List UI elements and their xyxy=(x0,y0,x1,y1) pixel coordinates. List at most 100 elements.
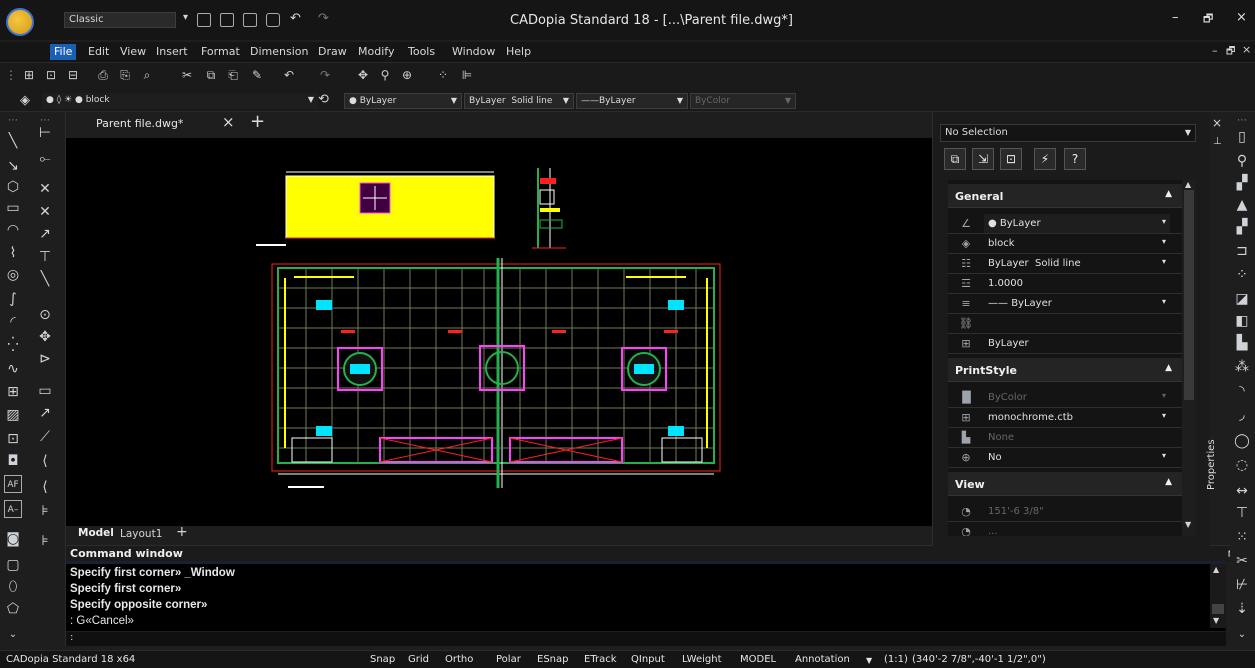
status-qinput[interactable]: QInput xyxy=(631,654,665,665)
text-icon[interactable]: AF xyxy=(4,475,22,493)
status-polar[interactable]: Polar xyxy=(496,654,521,665)
tools-icon[interactable]: ⇣ xyxy=(1233,600,1251,618)
scale-icon[interactable]: ↗ xyxy=(36,404,54,422)
toggle-pickadd-button[interactable]: ⧉ xyxy=(944,148,966,170)
menu-tools[interactable]: Tools xyxy=(408,45,435,58)
status-scale[interactable]: (1:1) xyxy=(884,654,908,665)
properties-tab-label[interactable]: Properties xyxy=(1206,430,1230,500)
grid-right-icon[interactable]: ⁙ xyxy=(1233,528,1251,546)
zoom-icon[interactable]: ⚲ xyxy=(1233,152,1251,170)
erase-icon[interactable]: ✕ xyxy=(36,180,54,198)
zoom-window-icon[interactable]: ⊕ xyxy=(400,68,414,82)
menu-dimension[interactable]: Dimension xyxy=(250,45,308,58)
properties-scroll-thumb[interactable] xyxy=(1184,190,1194,400)
new-tab-icon[interactable]: + xyxy=(250,111,265,132)
mtext-icon[interactable]: A– xyxy=(4,500,22,518)
extrude-icon[interactable]: ▲ xyxy=(1233,196,1251,214)
lineweight-select[interactable]: ——ByLayer ▼ xyxy=(576,93,688,109)
polyline-icon[interactable]: ⌇ xyxy=(4,244,22,262)
row-printstyle-ribbon[interactable]: ⊕ No ▾ xyxy=(948,448,1182,468)
rounded-rectangle-icon[interactable]: ▢ xyxy=(4,556,22,574)
panel-pin-icon[interactable]: ⊥ xyxy=(1213,136,1222,147)
arc-right-icon[interactable]: ◝ xyxy=(1233,382,1251,400)
drawing-canvas[interactable] xyxy=(66,138,932,526)
print-preview-icon[interactable]: ⎘ xyxy=(118,68,132,82)
expand-right-icon[interactable]: ⌄ xyxy=(1233,626,1251,644)
menu-edit[interactable]: Edit xyxy=(88,45,109,58)
paste-icon[interactable]: ⎗ xyxy=(226,68,240,82)
new-icon[interactable]: ⊞ xyxy=(22,68,36,82)
close-button[interactable]: × xyxy=(1236,10,1247,25)
menu-file[interactable]: File xyxy=(50,44,77,60)
select-all-button[interactable]: ⇲ xyxy=(972,148,994,170)
mdi-minimize-button[interactable]: – xyxy=(1212,44,1218,57)
revcloud-icon[interactable]: ∿ xyxy=(4,360,22,378)
scroll-up-icon[interactable]: ▲ xyxy=(1213,565,1219,574)
menu-insert[interactable]: Insert xyxy=(156,45,188,58)
find-icon[interactable]: ⌕ xyxy=(140,68,154,82)
cut-right-icon[interactable]: ✂ xyxy=(1233,552,1251,570)
menu-draw[interactable]: Draw xyxy=(318,45,347,58)
dim-linear-icon[interactable]: ⊢ xyxy=(36,124,54,142)
open-icon[interactable]: ⊡ xyxy=(44,68,58,82)
app-logo-icon[interactable] xyxy=(6,8,34,36)
mirror-icon[interactable]: ⟋ xyxy=(36,428,54,446)
make-layer-current-icon[interactable]: ⟲ xyxy=(318,92,329,107)
row-printstyle-table[interactable]: ⊞ monochrome.ctb ▾ xyxy=(948,408,1182,428)
scroll-up-icon[interactable]: ▲ xyxy=(1185,180,1191,189)
rotate-icon[interactable]: ⊙ xyxy=(36,306,54,324)
fillet-icon[interactable]: ⟨ xyxy=(36,452,54,470)
section-view[interactable]: View ▲ xyxy=(948,472,1182,496)
render-icon[interactable]: ⊐ xyxy=(1233,242,1251,260)
panel-close-icon[interactable]: × xyxy=(1212,116,1222,130)
status-snap[interactable]: Snap xyxy=(370,654,395,665)
circle-right-icon[interactable]: ◯ xyxy=(1233,432,1251,450)
status-lweight[interactable]: LWeight xyxy=(682,654,722,665)
tool-palette-icon[interactable]: ▯ xyxy=(1233,128,1251,146)
expand-toolbar-icon[interactable]: ⌄ xyxy=(4,626,22,644)
new-file-icon[interactable] xyxy=(197,13,211,27)
row-printstyle-attached[interactable]: ▙ None xyxy=(948,428,1182,448)
add-layout-icon[interactable]: + xyxy=(176,524,188,540)
annotation-dropdown-icon[interactable]: ▼ xyxy=(866,656,872,665)
align-icon[interactable]: ⊧ xyxy=(36,502,54,520)
hatch-icon[interactable]: ▨ xyxy=(4,406,22,424)
cut-icon[interactable]: ✂ xyxy=(180,68,194,82)
layer-manager-icon[interactable]: ◈ xyxy=(20,93,30,108)
mdi-restore-button[interactable]: 🗗 xyxy=(1226,44,1235,61)
section-plane-icon[interactable]: ⊤ xyxy=(1233,504,1251,522)
block-editor-icon[interactable]: ▙ xyxy=(1233,334,1251,352)
copy-icon[interactable]: ⧉ xyxy=(204,68,218,82)
undo-toolbar-icon[interactable]: ↶ xyxy=(282,68,296,82)
stretch-icon[interactable]: ╲ xyxy=(36,270,54,288)
view-icon[interactable]: ▞ xyxy=(1233,218,1251,236)
menu-window[interactable]: Window xyxy=(452,45,495,58)
distance-icon[interactable]: ⁂ xyxy=(1233,358,1251,376)
chamfer-icon[interactable]: ⊳ xyxy=(36,350,54,368)
row-linetype-scale[interactable]: ☲ 1.0000 xyxy=(948,274,1182,294)
menu-help[interactable]: Help xyxy=(506,45,531,58)
array-right-icon[interactable]: ⁘ xyxy=(1233,266,1251,284)
arc-icon[interactable]: ◠ xyxy=(4,221,22,239)
attach-icon[interactable]: ⊬ xyxy=(1233,576,1251,594)
ellipse-icon[interactable]: ⬯ xyxy=(4,578,22,596)
row-hyperlink[interactable]: ⛓ xyxy=(948,314,1182,334)
tab-model[interactable]: Model xyxy=(78,527,114,539)
color-select[interactable]: ● ByLayer ▼ xyxy=(344,93,462,109)
extend-icon[interactable]: ↗ xyxy=(36,225,54,243)
minimize-button[interactable]: – xyxy=(1172,10,1179,25)
command-input[interactable]: : xyxy=(66,632,1226,646)
solid-icon[interactable]: ◪ xyxy=(1233,290,1251,308)
row-printstyle[interactable]: ▐▌ ByColor ▾ xyxy=(948,388,1182,408)
row-color[interactable]: ∠ ● ByLayer ▾ xyxy=(948,214,1182,234)
array-icon[interactable]: ⊧ xyxy=(36,532,54,550)
print-icon[interactable] xyxy=(266,13,280,27)
design-center-icon[interactable]: ⊫ xyxy=(460,68,474,82)
selection-select[interactable]: No Selection ▼ xyxy=(940,124,1196,142)
region-icon[interactable]: ◘ xyxy=(4,452,22,470)
pan-icon[interactable]: ✥ xyxy=(356,68,370,82)
match-properties-icon[interactable]: ✎ xyxy=(250,68,264,82)
redo-toolbar-icon[interactable]: ↷ xyxy=(318,68,332,82)
row-layer[interactable]: ◈ block ▾ xyxy=(948,234,1182,254)
linetype-select[interactable]: ByLayer Solid line ▼ xyxy=(464,93,574,109)
